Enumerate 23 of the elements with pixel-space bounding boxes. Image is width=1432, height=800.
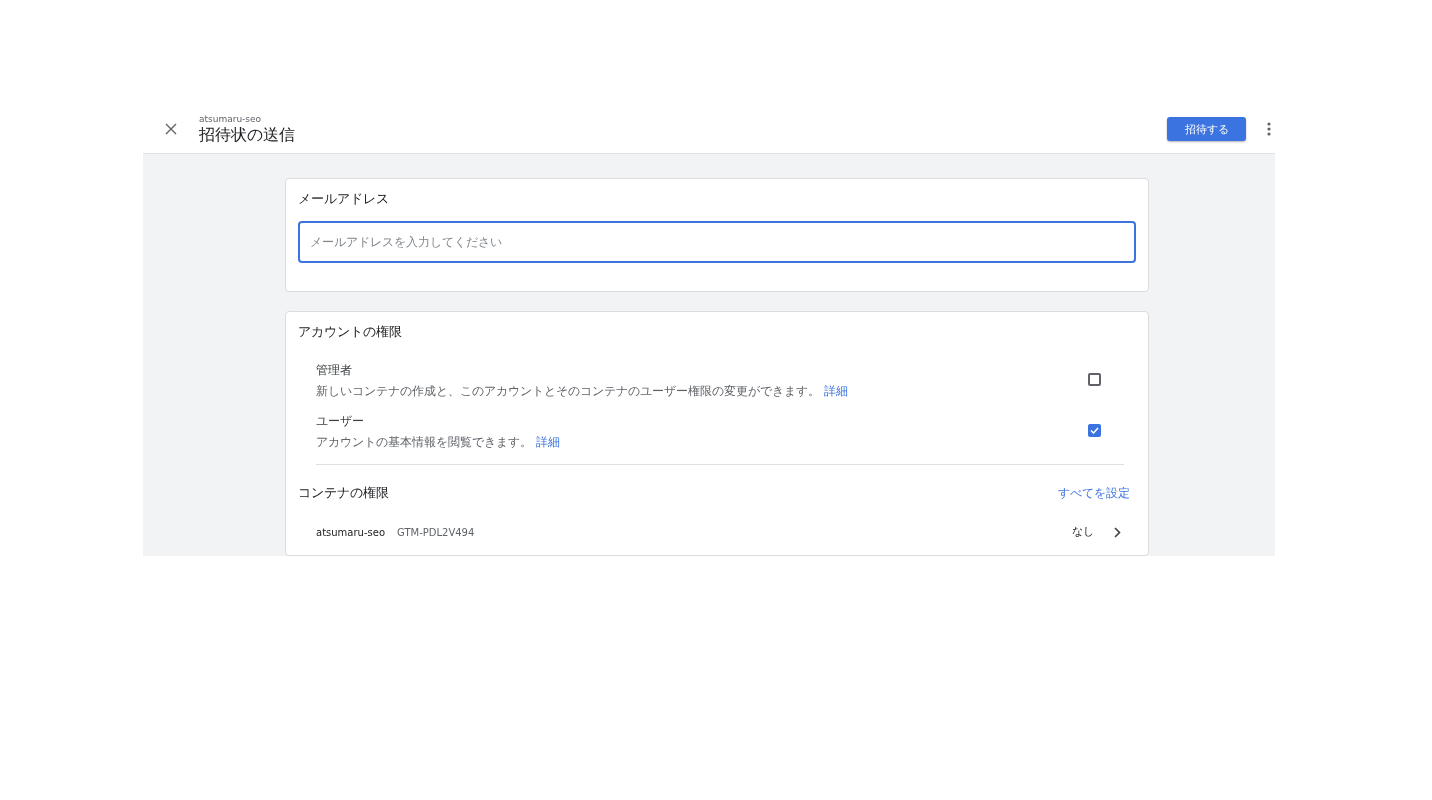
role-description: アカウントの基本情報を閲覧できます。 詳細: [316, 435, 561, 448]
checkbox[interactable]: [1088, 424, 1101, 437]
container-name: atsumaru-seo: [316, 526, 385, 538]
account-name: atsumaru-seo: [199, 113, 263, 125]
set-all-link[interactable]: すべてを設定: [1058, 485, 1130, 501]
checkbox[interactable]: [1088, 373, 1101, 386]
page-title: 招待状の送信: [199, 124, 296, 145]
container-id: GTM-PDL2V494: [397, 526, 476, 538]
invite-button[interactable]: 招待する: [1167, 117, 1246, 141]
role-name: 管理者: [316, 362, 353, 377]
email-input-field[interactable]: メールアドレスを入力してください: [298, 221, 1136, 263]
more-icon: [1267, 122, 1271, 136]
section-title: アカウントの権限: [298, 324, 403, 340]
close-icon: [165, 123, 177, 135]
permission-value: なし: [1072, 525, 1094, 539]
details-link[interactable]: 詳細: [536, 434, 560, 449]
role-name: ユーザー: [316, 413, 365, 428]
chevron-right-icon: [1113, 526, 1121, 538]
email-label: メールアドレス: [298, 191, 390, 207]
role-description: 新しいコンテナの作成と、このアカウントとそのコンテナのユーザー権限の変更ができます。 詳細: [316, 384, 849, 397]
details-link[interactable]: 詳細: [824, 383, 848, 398]
check-icon: [1090, 427, 1099, 434]
section-title: コンテナの権限: [298, 485, 389, 501]
